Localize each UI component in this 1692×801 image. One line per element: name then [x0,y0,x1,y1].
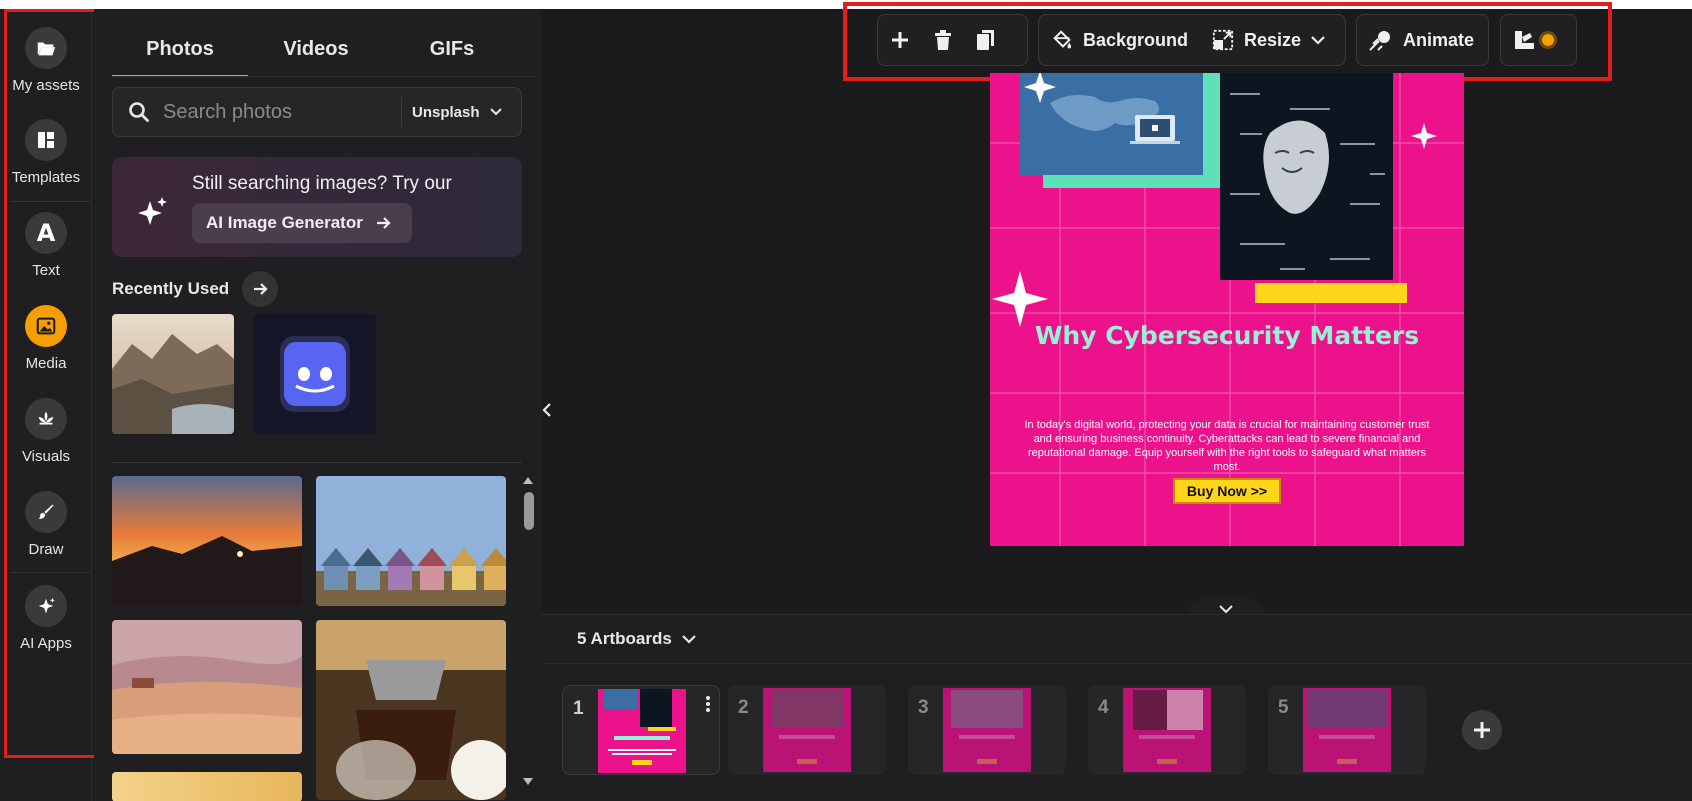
tab-gifs[interactable]: GIFs [384,21,520,77]
page-preview [598,689,686,773]
search-divider [401,97,402,127]
page-preview [943,688,1031,772]
recently-used-title: Recently Used [112,279,230,298]
photo-coffee-pour-over[interactable] [316,620,506,800]
page-number: 5 [1278,697,1289,718]
scrollbar-thumb[interactable] [524,492,534,530]
photo-partial[interactable] [112,772,302,801]
recently-used-more-button[interactable] [242,271,278,307]
page-preview [1123,688,1211,772]
artboard-canvas[interactable]: Why Cybersecurity Matters In today's dig… [990,73,1464,546]
artboard-graphics [990,73,1464,546]
artboard-body-text[interactable]: In today's digital world, protecting you… [1018,418,1436,474]
page-preview [1303,688,1391,772]
search-input[interactable] [163,100,393,124]
artboard-buy-now-button[interactable]: Buy Now >> [1173,478,1281,504]
tabs-divider [112,76,536,77]
page-thumbnail-1[interactable]: 1 [562,685,720,775]
pages-strip: 5 Artboards 1 2 3 4 5 [542,614,1692,801]
source-select[interactable]: Unsplash [412,104,502,121]
page-thumbnail-5[interactable]: 5 [1268,685,1426,775]
collapse-panel-button[interactable] [536,370,558,450]
artboards-count-dropdown[interactable]: 5 Artboards [577,629,696,649]
photo-desert-illustration[interactable] [112,620,302,754]
media-tabs: Photos Videos GIFs [112,21,536,77]
chevron-left-icon [542,403,551,417]
chevron-down-icon [682,634,696,644]
artboard-title[interactable]: Why Cybersecurity Matters [990,321,1464,350]
media-panel: Photos Videos GIFs Unsplash Still search… [94,9,542,801]
artboards-count-label: 5 Artboards [577,629,672,648]
ai-promo-card: Still searching images? Try our AI Image… [112,157,522,257]
page-thumbnail-3[interactable]: 3 [908,685,1066,775]
photo-sunset-mountains[interactable] [112,476,302,606]
scroll-down-icon [523,778,533,785]
pages-divider [542,663,1692,664]
page-thumbnail-2[interactable]: 2 [728,685,886,775]
plus-icon [1474,722,1490,738]
recent-photo-coastline[interactable] [112,314,234,434]
page-number: 1 [573,698,584,719]
section-divider [112,462,522,463]
more-vertical-icon[interactable] [705,696,711,712]
tab-videos[interactable]: Videos [248,21,384,77]
arrow-right-icon [376,217,391,229]
chevron-down-icon [1219,604,1233,613]
arrow-right-icon [254,283,268,295]
tab-photos[interactable]: Photos [112,21,248,77]
sparkles-icon [138,197,167,225]
page-number: 2 [738,697,749,718]
photo-colorful-houses[interactable] [316,476,506,606]
scroll-up-icon [523,477,533,484]
page-preview [763,688,851,772]
rail-highlight-outline [4,9,97,758]
source-select-value: Unsplash [412,103,480,121]
search-icon [129,102,149,122]
chevron-down-icon [489,108,502,116]
page-number: 3 [918,697,929,718]
app-root: My assets Templates A Text Media Visuals [0,0,1692,801]
page-thumbnail-4[interactable]: 4 [1088,685,1246,775]
search-bar: Unsplash [112,87,522,137]
promo-text: Still searching images? Try our [192,173,452,194]
toolbar-highlight-outline [843,2,1612,81]
recent-photo-discord-logo[interactable] [254,314,376,434]
ai-image-generator-label: AI Image Generator [206,213,363,232]
ai-image-generator-button[interactable]: AI Image Generator [192,203,412,243]
add-artboard-button[interactable] [1462,710,1502,750]
page-number: 4 [1098,697,1109,718]
panel-scrollbar[interactable] [521,470,535,792]
